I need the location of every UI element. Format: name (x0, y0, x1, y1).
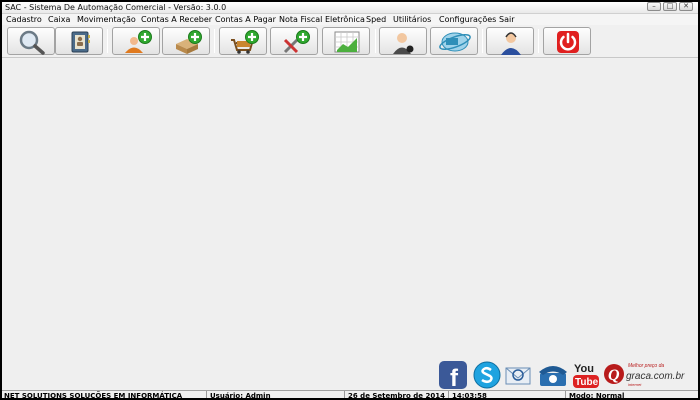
svg-text:graca.com.br: graca.com.br (626, 371, 685, 382)
add-product-icon (176, 30, 202, 54)
add-sale-button[interactable] (219, 27, 267, 55)
status-time: 14:03:58 (452, 392, 487, 400)
exit-button[interactable] (543, 27, 591, 55)
menu-bar: Cadastro Caixa Movimentação Contas A Rec… (2, 14, 698, 25)
menu-configuracoes[interactable]: Configurações (439, 14, 496, 25)
spreadsheet-icon (334, 31, 360, 53)
support-button[interactable] (486, 27, 534, 55)
svg-text:You: You (574, 363, 594, 375)
app-window: SAC - Sistema De Automação Comercial - V… (0, 0, 700, 400)
close-button[interactable]: ✕ (679, 2, 693, 11)
menu-sped[interactable]: Sped (366, 14, 386, 25)
toolbar-separator (214, 29, 215, 53)
minimize-button[interactable]: – (647, 2, 661, 11)
address-book-icon (71, 31, 90, 53)
add-service-icon (283, 30, 310, 54)
address-book-button[interactable] (55, 27, 103, 55)
add-service-button[interactable] (270, 27, 318, 55)
menu-utilitarios[interactable]: Utilitários (393, 14, 431, 25)
status-user: Usuário: Admin (210, 392, 271, 400)
add-product-button[interactable] (162, 27, 210, 55)
window-title: SAC - Sistema De Automação Comercial - V… (5, 3, 227, 12)
melhor-preco-logo[interactable]: Q Melhor preço da graca.com.br internet (602, 360, 698, 390)
toolbar-separator (375, 29, 376, 53)
add-client-button[interactable] (112, 27, 160, 55)
title-bar: SAC - Sistema De Automação Comercial - V… (2, 2, 698, 14)
svg-text:Melhor preço da: Melhor preço da (628, 363, 664, 369)
spreadsheet-button[interactable] (322, 27, 370, 55)
status-divider (206, 391, 207, 398)
phone-icon[interactable] (537, 360, 569, 390)
search-button[interactable] (7, 27, 55, 55)
email-icon[interactable] (503, 360, 535, 390)
menu-nfe[interactable]: Nota Fiscal Eletrônica (279, 14, 365, 25)
user-icon (393, 33, 414, 54)
svg-text:internet: internet (628, 382, 642, 387)
status-divider (448, 391, 449, 398)
support-icon (501, 32, 521, 55)
nfe-icon (439, 32, 471, 52)
add-client-icon (125, 30, 152, 53)
status-mode: Modo: Normal (569, 392, 625, 400)
maximize-button[interactable]: □ (663, 2, 677, 11)
toolbar (2, 25, 698, 58)
toolbar-separator (107, 29, 108, 53)
status-company: NET SOLUTIONS SOLUÇÕES EM INFORMÁTICA (4, 392, 183, 400)
status-divider (565, 391, 566, 398)
menu-movimentacao[interactable]: Movimentação (77, 14, 136, 25)
status-divider (344, 391, 345, 398)
toolbar-separator (538, 29, 539, 53)
youtube-icon[interactable]: You Tube (571, 360, 601, 390)
status-bar: NET SOLUTIONS SOLUÇÕES EM INFORMÁTICA Us… (2, 390, 698, 400)
user-button[interactable] (379, 27, 427, 55)
main-workspace (2, 59, 698, 389)
menu-caixa[interactable]: Caixa (48, 14, 70, 25)
facebook-icon[interactable]: f (438, 360, 468, 392)
menu-cadastro[interactable]: Cadastro (6, 14, 42, 25)
toolbar-separator (482, 29, 483, 53)
svg-text:Q: Q (608, 367, 620, 384)
menu-contas-pagar[interactable]: Contas A Pagar (215, 14, 276, 25)
nfe-button[interactable] (430, 27, 478, 55)
skype-icon[interactable] (472, 360, 502, 390)
menu-sair[interactable]: Sair (499, 14, 515, 25)
power-icon (557, 31, 579, 53)
search-icon (19, 30, 45, 55)
svg-text:Tube: Tube (575, 377, 599, 388)
svg-text:f: f (450, 365, 459, 390)
window-controls: – □ ✕ (647, 2, 693, 12)
menu-contas-receber[interactable]: Contas A Receber (141, 14, 212, 25)
status-date: 26 de Setembro de 2014 (348, 392, 445, 400)
add-sale-icon (231, 30, 259, 54)
